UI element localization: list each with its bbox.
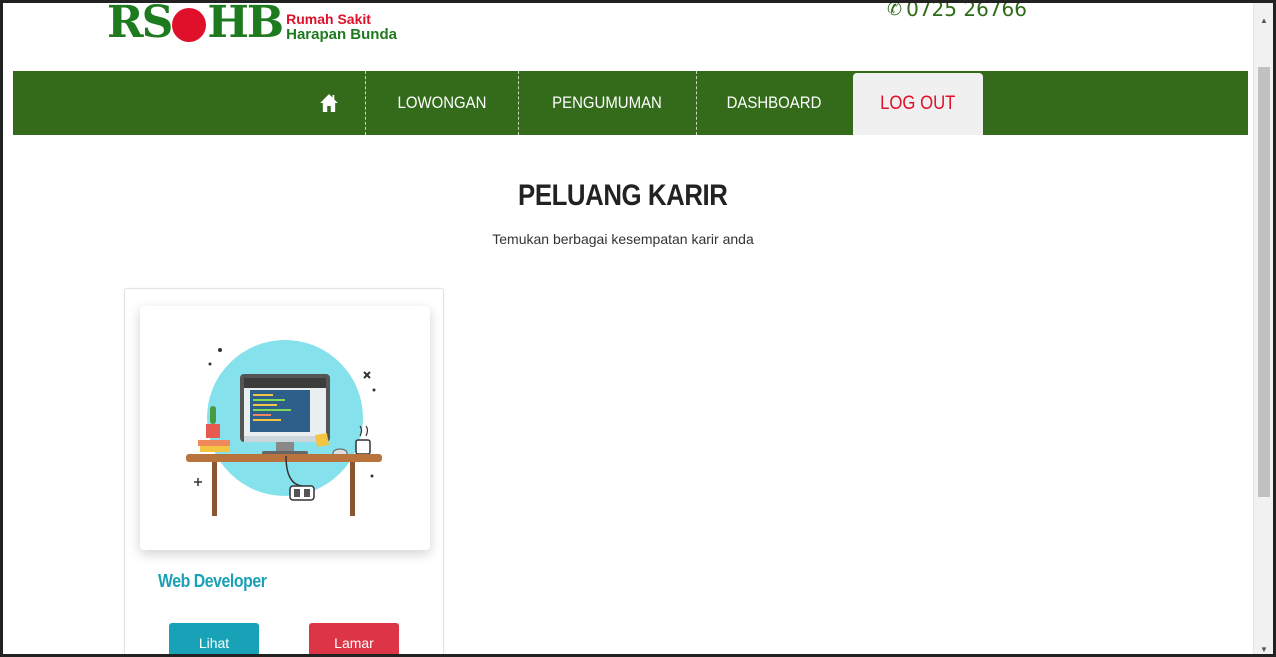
browser-viewport: RS HB Rumah Sakit Harapan Bunda ✆ 0725 2…: [0, 0, 1276, 657]
job-title-text: Web Developer: [158, 571, 267, 591]
nav-pengumuman[interactable]: PENGUMUMAN: [530, 71, 685, 135]
computer-desk-illustration: [186, 340, 382, 516]
site-logo[interactable]: RS HB Rumah Sakit Harapan Bunda: [107, 0, 397, 48]
logo-mark: RS HB: [107, 0, 284, 48]
apply-job-button[interactable]: Lamar: [309, 623, 399, 654]
scrollbar-thumb[interactable]: [1258, 67, 1270, 497]
nav-home[interactable]: [299, 71, 359, 135]
home-icon: [320, 94, 338, 112]
logo-letters-right: HB: [207, 0, 284, 48]
job-illustration: [140, 306, 430, 550]
phone-number: 0725 26766: [906, 0, 1027, 21]
phone-contact: ✆ 0725 26766: [887, 0, 1027, 21]
page-title: PELUANG KARIR: [3, 179, 1243, 213]
scroll-up-arrow-icon[interactable]: ▲: [1254, 13, 1273, 27]
vertical-scrollbar[interactable]: ▲ ▼: [1253, 3, 1273, 654]
logo-line-1: Rumah Sakit: [286, 11, 371, 27]
logo-line-2: Harapan Bunda: [286, 26, 397, 43]
page-subtitle: Temukan berbagai kesempatan karir anda: [492, 231, 754, 247]
logout-button[interactable]: LOG OUT: [853, 73, 983, 135]
logo-text: Rumah Sakit Harapan Bunda: [286, 11, 397, 43]
view-job-button[interactable]: Lihat: [169, 623, 259, 654]
site-header: RS HB Rumah Sakit Harapan Bunda ✆ 0725 2…: [3, 3, 1243, 70]
nav-divider: [518, 71, 519, 135]
phone-icon: ✆: [887, 0, 903, 20]
nav-dashboard[interactable]: DASHBOARD: [706, 71, 842, 135]
scroll-down-arrow-icon[interactable]: ▼: [1254, 642, 1273, 654]
logout-label: LOG OUT: [880, 93, 956, 114]
job-card: Web Developer Lihat Lamar: [124, 288, 444, 654]
job-title[interactable]: Web Developer: [158, 571, 281, 592]
main-nav: LOWONGAN PENGUMUMAN DASHBOARD LOG OUT: [13, 71, 1248, 135]
logo-red-dot: [172, 8, 207, 42]
logo-letters-left: RS: [107, 0, 173, 48]
nav-divider: [365, 71, 366, 135]
nav-divider: [696, 71, 697, 135]
nav-lowongan[interactable]: LOWONGAN: [376, 71, 508, 135]
page-title-text: PELUANG KARIR: [518, 179, 728, 212]
